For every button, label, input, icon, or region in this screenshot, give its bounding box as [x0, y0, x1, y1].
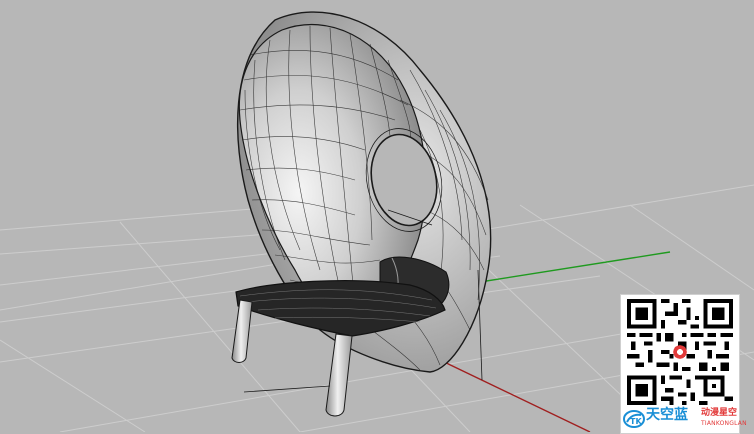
front-right-leg	[325, 333, 353, 417]
watermark-panel: TK 天空蓝 动漫星空 TIANKONGLAN	[620, 294, 747, 434]
x-axis-line	[439, 359, 591, 432]
brand-logo-icon: TK	[623, 408, 645, 430]
front-left-leg	[231, 299, 253, 363]
svg-text:TK: TK	[630, 417, 642, 426]
brand-name: 天空蓝	[646, 407, 688, 423]
chair-model[interactable]	[231, 11, 492, 417]
y-axis-line	[479, 251, 671, 283]
brand-tagline: 动漫星空	[701, 408, 738, 418]
brand-row: TK 天空蓝 动漫星空 TIANKONGLAN	[621, 405, 747, 433]
brand-pinyin: TIANKONGLAN	[701, 420, 747, 427]
qr-code-icon	[627, 299, 733, 405]
